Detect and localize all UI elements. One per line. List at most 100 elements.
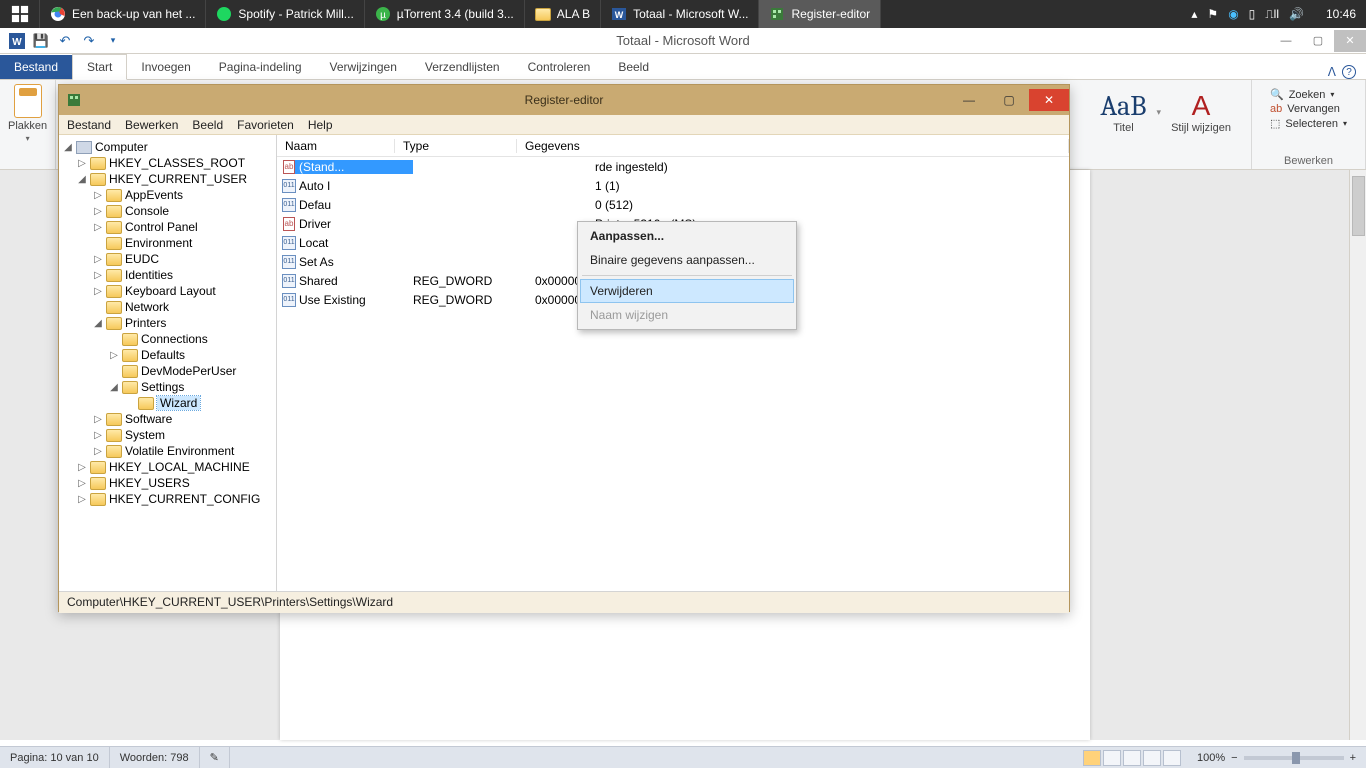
scrollbar-thumb[interactable]	[1352, 176, 1365, 236]
menu-beeld[interactable]: Beeld	[192, 118, 223, 132]
tray-network-icon[interactable]: ◉	[1228, 7, 1238, 21]
select-button[interactable]: ⬚Selecteren ▾	[1270, 117, 1347, 130]
tree-node[interactable]: ▷Software	[59, 411, 276, 427]
tree-node[interactable]: ▷Keyboard Layout	[59, 283, 276, 299]
minimize-button[interactable]: —	[1270, 30, 1302, 52]
ctx-binaire[interactable]: Binaire gegevens aanpassen...	[580, 248, 794, 272]
tray-battery-icon[interactable]: ▯	[1249, 7, 1256, 21]
tray-flag-icon[interactable]: ⚑	[1207, 7, 1218, 21]
status-proofing-icon[interactable]: ✎	[200, 747, 230, 768]
zoom-out-button[interactable]: −	[1231, 752, 1237, 764]
taskbar-item-folder[interactable]: ALA B	[525, 0, 601, 28]
menu-bestand[interactable]: Bestand	[67, 118, 111, 132]
zoom-slider-thumb[interactable]	[1292, 752, 1300, 764]
utorrent-icon: µ	[375, 6, 391, 22]
tree-node-computer[interactable]: ◢Computer	[59, 139, 276, 155]
undo-icon[interactable]: ↶	[56, 32, 74, 50]
help-icon[interactable]: ?	[1342, 65, 1356, 79]
tree-node[interactable]: ▷EUDC	[59, 251, 276, 267]
tab-pagina-indeling[interactable]: Pagina-indeling	[205, 55, 316, 79]
tab-start[interactable]: Start	[72, 54, 127, 80]
registry-row[interactable]: 011Defau0 (512)	[277, 195, 1069, 214]
tree-node[interactable]: ▷Defaults	[59, 347, 276, 363]
view-draft[interactable]	[1163, 750, 1181, 766]
tree-node-hklm[interactable]: ▷HKEY_LOCAL_MACHINE	[59, 459, 276, 475]
tree-node-hku[interactable]: ▷HKEY_USERS	[59, 475, 276, 491]
tree-node-hkcc[interactable]: ▷HKEY_CURRENT_CONFIG	[59, 491, 276, 507]
zoom-control: 100% − +	[1187, 752, 1366, 764]
tab-file[interactable]: Bestand	[0, 55, 72, 79]
qat-customize-icon[interactable]: ▾	[104, 32, 122, 50]
taskbar-item-chrome[interactable]: Een back-up van het ...	[40, 0, 206, 28]
taskbar-item-word[interactable]: W Totaal - Microsoft W...	[601, 0, 759, 28]
view-web[interactable]	[1123, 750, 1141, 766]
zoom-in-button[interactable]: +	[1350, 752, 1356, 764]
view-outline[interactable]	[1143, 750, 1161, 766]
tree-node[interactable]: ▷Identities	[59, 267, 276, 283]
status-words[interactable]: Woorden: 798	[110, 747, 200, 768]
tree-node[interactable]: ▷System	[59, 427, 276, 443]
zoom-slider[interactable]	[1244, 756, 1344, 760]
save-icon[interactable]: 💾	[32, 32, 50, 50]
menu-help[interactable]: Help	[308, 118, 333, 132]
status-page[interactable]: Pagina: 10 van 10	[0, 747, 110, 768]
zoom-value[interactable]: 100%	[1197, 752, 1225, 764]
taskbar-item-utorrent[interactable]: µ µTorrent 3.4 (build 3...	[365, 0, 525, 28]
col-type[interactable]: Type	[395, 139, 517, 153]
tab-verwijzingen[interactable]: Verwijzingen	[316, 55, 411, 79]
redo-icon[interactable]: ↷	[80, 32, 98, 50]
ctx-verwijderen[interactable]: Verwijderen	[580, 279, 794, 303]
registry-row[interactable]: ab(Stand...rde ingesteld)	[277, 157, 1069, 176]
tab-verzendlijsten[interactable]: Verzendlijsten	[411, 55, 514, 79]
col-name[interactable]: Naam	[277, 139, 395, 153]
taskbar-item-regedit[interactable]: Register-editor	[759, 0, 881, 28]
tray-signal-icon[interactable]: ⎍ll	[1265, 7, 1279, 22]
paste-button[interactable]: Plakken ▾	[8, 84, 47, 143]
style-preview-icon[interactable]: AaB	[1100, 90, 1146, 122]
regedit-close-button[interactable]: ✕	[1029, 89, 1069, 111]
regedit-maximize-button[interactable]: ▢	[989, 89, 1029, 111]
regedit-titlebar[interactable]: Register-editor — ▢ ✕	[59, 85, 1069, 115]
taskbar-item-spotify[interactable]: Spotify - Patrick Mill...	[206, 0, 364, 28]
menu-favorieten[interactable]: Favorieten	[237, 118, 294, 132]
start-button[interactable]	[0, 0, 40, 28]
col-data[interactable]: Gegevens	[517, 139, 1069, 153]
menu-bewerken[interactable]: Bewerken	[125, 118, 178, 132]
ribbon-minimize-icon[interactable]: ᐱ	[1328, 65, 1336, 79]
tray-chevron-icon[interactable]: ▴	[1191, 7, 1197, 21]
tree-node-settings[interactable]: ◢Settings	[59, 379, 276, 395]
view-fullscreen[interactable]	[1103, 750, 1121, 766]
tree-node[interactable]: DevModePerUser	[59, 363, 276, 379]
change-styles-icon[interactable]: A	[1171, 90, 1231, 122]
word-app-icon[interactable]: W	[8, 32, 26, 50]
tree-node-wizard[interactable]: Wizard	[59, 395, 276, 411]
tree-node-hkcr[interactable]: ▷HKEY_CLASSES_ROOT	[59, 155, 276, 171]
view-print-layout[interactable]	[1083, 750, 1101, 766]
tree-node[interactable]: ▷AppEvents	[59, 187, 276, 203]
tree-node[interactable]: ▷Console	[59, 203, 276, 219]
tree-node[interactable]: Network	[59, 299, 276, 315]
tab-beeld[interactable]: Beeld	[604, 55, 663, 79]
regedit-minimize-button[interactable]: —	[949, 89, 989, 111]
taskbar-clock[interactable]: 10:46	[1316, 0, 1366, 28]
regedit-tree[interactable]: ◢Computer ▷HKEY_CLASSES_ROOT ◢HKEY_CURRE…	[59, 135, 277, 591]
maximize-button[interactable]: ▢	[1302, 30, 1334, 52]
tree-node[interactable]: Environment	[59, 235, 276, 251]
vertical-scrollbar[interactable]	[1349, 170, 1366, 740]
system-tray[interactable]: ▴ ⚑ ◉ ▯ ⎍ll 🔊	[1179, 0, 1316, 28]
registry-row[interactable]: 011Auto I1 (1)	[277, 176, 1069, 195]
ctx-aanpassen[interactable]: Aanpassen...	[580, 224, 794, 248]
dword-value-icon: 011	[282, 255, 295, 269]
tree-node-hkcu[interactable]: ◢HKEY_CURRENT_USER	[59, 171, 276, 187]
regedit-statusbar: Computer\HKEY_CURRENT_USER\Printers\Sett…	[59, 591, 1069, 613]
tab-invoegen[interactable]: Invoegen	[127, 55, 204, 79]
find-button[interactable]: 🔍Zoeken ▾	[1270, 88, 1347, 101]
tree-node[interactable]: ▷Control Panel	[59, 219, 276, 235]
tray-volume-icon[interactable]: 🔊	[1289, 7, 1304, 21]
close-button[interactable]: ✕	[1334, 30, 1366, 52]
tree-node[interactable]: Connections	[59, 331, 276, 347]
replace-button[interactable]: abVervangen	[1270, 103, 1347, 115]
tree-node-printers[interactable]: ◢Printers	[59, 315, 276, 331]
tab-controleren[interactable]: Controleren	[514, 55, 605, 79]
tree-node[interactable]: ▷Volatile Environment	[59, 443, 276, 459]
